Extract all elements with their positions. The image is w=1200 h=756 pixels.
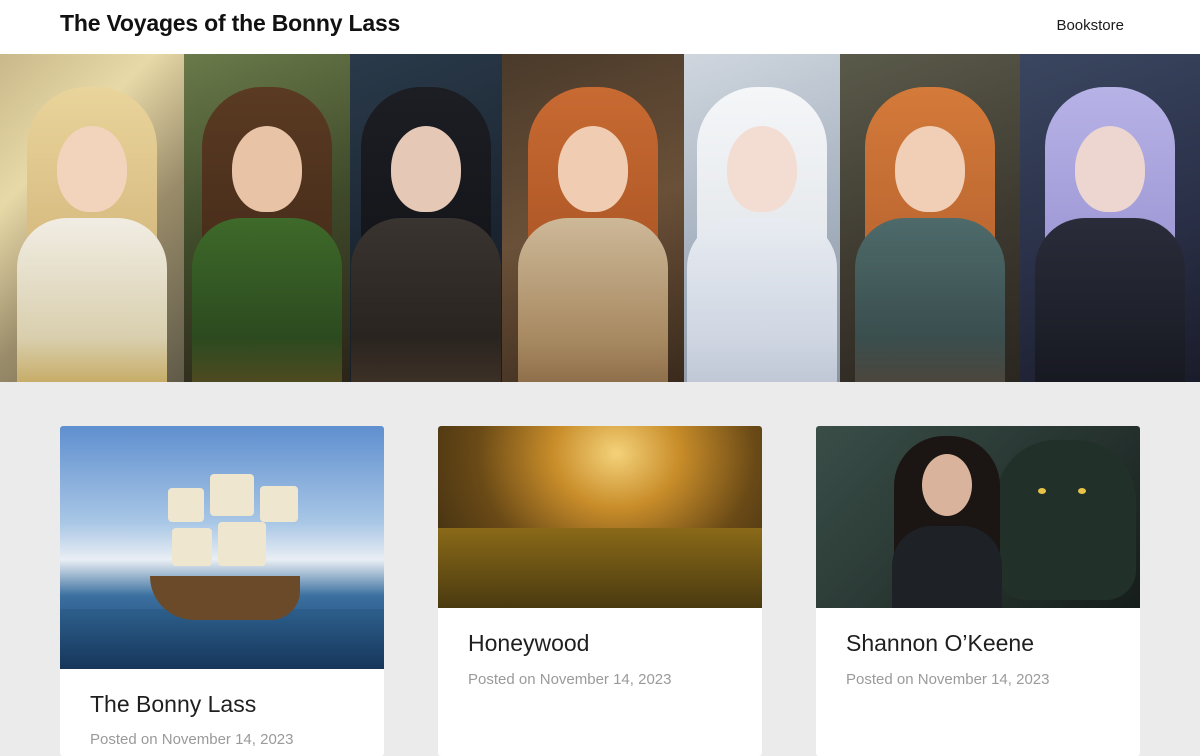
post-title[interactable]: The Bonny Lass [90,691,256,718]
post-thumbnail[interactable] [816,426,1140,608]
ship-hull [150,576,300,620]
post-meta-prefix: Posted on [846,671,914,688]
hero-portrait-7 [1020,54,1200,382]
ship-sail [168,488,204,522]
hero-portrait-6 [840,54,1020,382]
post-meta-prefix: Posted on [468,671,536,688]
ship-sail [210,474,254,516]
hero-portrait-4 [502,54,684,382]
post-card[interactable]: Shannon O’Keene Posted on November 14, 2… [816,426,1140,756]
hero-portrait-3 [350,54,502,382]
hero-banner [0,54,1200,382]
ship-sail [218,522,266,566]
warrior-armor [892,526,1002,608]
warrior-face [922,454,972,516]
hero-portrait-1 [0,54,184,382]
post-meta: Posted on November 14, 2023 [468,671,671,688]
post-meta: Posted on November 14, 2023 [846,671,1049,688]
nav-bookstore-link[interactable]: Bookstore [1056,17,1124,34]
post-title[interactable]: Shannon O’Keene [846,630,1034,657]
panther [996,440,1136,600]
post-date[interactable]: November 14, 2023 [540,671,672,688]
post-thumbnail[interactable] [438,426,762,608]
site-title[interactable]: The Voyages of the Bonny Lass [60,10,400,37]
hero-portrait-5 [684,54,840,382]
post-thumbnail[interactable] [60,426,384,669]
panther-eye [1038,488,1046,494]
ship-sail [172,528,212,566]
post-date[interactable]: November 14, 2023 [918,671,1050,688]
forest-floor [438,528,762,608]
post-card[interactable]: Honeywood Posted on November 14, 2023 [438,426,762,756]
ship-sail [260,486,298,522]
post-card[interactable]: The Bonny Lass Posted on November 14, 20… [60,426,384,756]
panther-eye [1078,488,1086,494]
post-title[interactable]: Honeywood [468,630,589,657]
site-header: The Voyages of the Bonny Lass Bookstore [0,0,1200,54]
hero-portrait-2 [184,54,350,382]
